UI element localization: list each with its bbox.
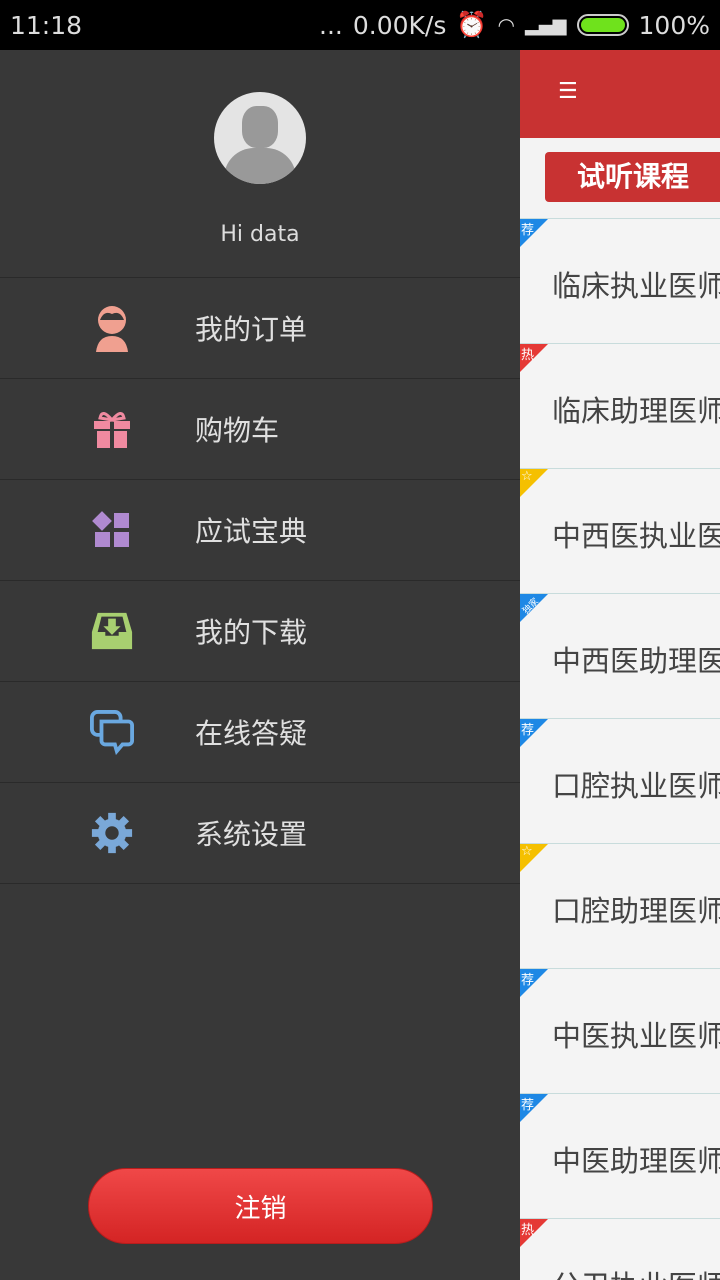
menu-item-exam-guide[interactable]: 应试宝典 xyxy=(0,480,520,581)
battery-icon xyxy=(576,14,629,36)
chat-icon xyxy=(90,710,134,755)
main-content: ☰ 试听课程 荐临床执业医师热临床助理医师☆中西医执业医师独家中西医助理医师荐口… xyxy=(520,50,720,1280)
menu-item-orders[interactable]: 我的订单 xyxy=(0,278,520,379)
badge-label: 荐 xyxy=(521,723,535,738)
badge-label: ☆ xyxy=(521,844,533,859)
course-item[interactable]: 荐临床执业医师 xyxy=(520,218,720,343)
gear-icon xyxy=(90,811,134,855)
course-name: 中西医助理医师 xyxy=(552,644,720,678)
menu-label: 我的下载 xyxy=(195,616,308,649)
course-item[interactable]: 热临床助理医师 xyxy=(520,343,720,468)
greeting: Hi data xyxy=(220,222,300,247)
course-item[interactable]: ☆ 口腔助理医师 xyxy=(520,843,720,968)
course-item[interactable]: ☆ 中西医执业医师 xyxy=(520,468,720,593)
course-name: 口腔执业医师 xyxy=(552,769,720,803)
course-item[interactable]: 热公卫执业医师 xyxy=(520,1218,720,1280)
badge-label: 热 xyxy=(521,348,535,363)
menu-label: 购物车 xyxy=(195,414,280,447)
course-item[interactable]: 独家中西医助理医师 xyxy=(520,593,720,718)
gift-icon xyxy=(90,407,134,451)
menu-item-online-qa[interactable]: 在线答疑 xyxy=(0,682,520,783)
course-name: 临床助理医师 xyxy=(552,394,720,428)
navigation-drawer: Hi data 我的订单 购物车 应试宝典 我的下载 在线答疑 系统设置 注销 xyxy=(0,50,520,1280)
network-speed: 0.00K/s xyxy=(352,10,447,40)
badge-label: 荐 xyxy=(521,973,535,988)
status-bar: 11:18 ... 0.00K/s ⏰ ◠ ▂▄▆ 100% xyxy=(0,0,720,50)
wifi-icon: ◠ xyxy=(497,13,515,37)
signal-icon: ▂▄▆ xyxy=(524,14,567,36)
badge-label: 荐 xyxy=(521,223,535,238)
menu-label: 系统设置 xyxy=(195,818,308,851)
app-bar: ☰ xyxy=(520,50,720,138)
more-notifications-icon: ... xyxy=(319,10,343,40)
menu-label: 应试宝典 xyxy=(195,515,308,548)
logout-button[interactable]: 注销 xyxy=(88,1168,433,1244)
course-name: 中西医执业医师 xyxy=(552,519,720,553)
download-tray-icon xyxy=(90,609,134,653)
course-name: 中医执业医师 xyxy=(552,1019,720,1053)
course-item[interactable]: 荐口腔执业医师 xyxy=(520,718,720,843)
menu-item-downloads[interactable]: 我的下载 xyxy=(0,581,520,682)
drawer-menu: 我的订单 购物车 应试宝典 我的下载 在线答疑 系统设置 xyxy=(0,277,520,884)
course-item[interactable]: 荐中医执业医师 xyxy=(520,968,720,1093)
course-list: 荐临床执业医师热临床助理医师☆中西医执业医师独家中西医助理医师荐口腔执业医师☆口… xyxy=(520,218,720,1280)
course-name: 临床执业医师 xyxy=(552,269,720,303)
badge-label: 热 xyxy=(521,1223,535,1238)
course-name: 公卫执业医师 xyxy=(552,1263,720,1280)
trial-courses-button[interactable]: 试听课程 xyxy=(545,152,720,202)
badge-label: 荐 xyxy=(521,1098,535,1113)
badge-label: ☆ xyxy=(521,469,533,484)
course-name: 口腔助理医师 xyxy=(552,894,720,928)
clock: 11:18 xyxy=(10,10,83,40)
menu-label: 在线答疑 xyxy=(195,717,308,750)
menu-item-settings[interactable]: 系统设置 xyxy=(0,783,520,884)
alarm-icon: ⏰ xyxy=(456,10,488,39)
menu-item-cart[interactable]: 购物车 xyxy=(0,379,520,480)
course-item[interactable]: 荐中医助理医师 xyxy=(520,1093,720,1218)
grid-icon xyxy=(90,508,134,552)
hamburger-menu-icon[interactable]: ☰ xyxy=(558,81,578,103)
menu-label: 我的订单 xyxy=(195,313,308,346)
user-icon xyxy=(90,306,134,352)
course-name: 中医助理医师 xyxy=(552,1144,720,1178)
battery-percent: 100% xyxy=(638,10,710,40)
avatar[interactable] xyxy=(214,92,306,184)
